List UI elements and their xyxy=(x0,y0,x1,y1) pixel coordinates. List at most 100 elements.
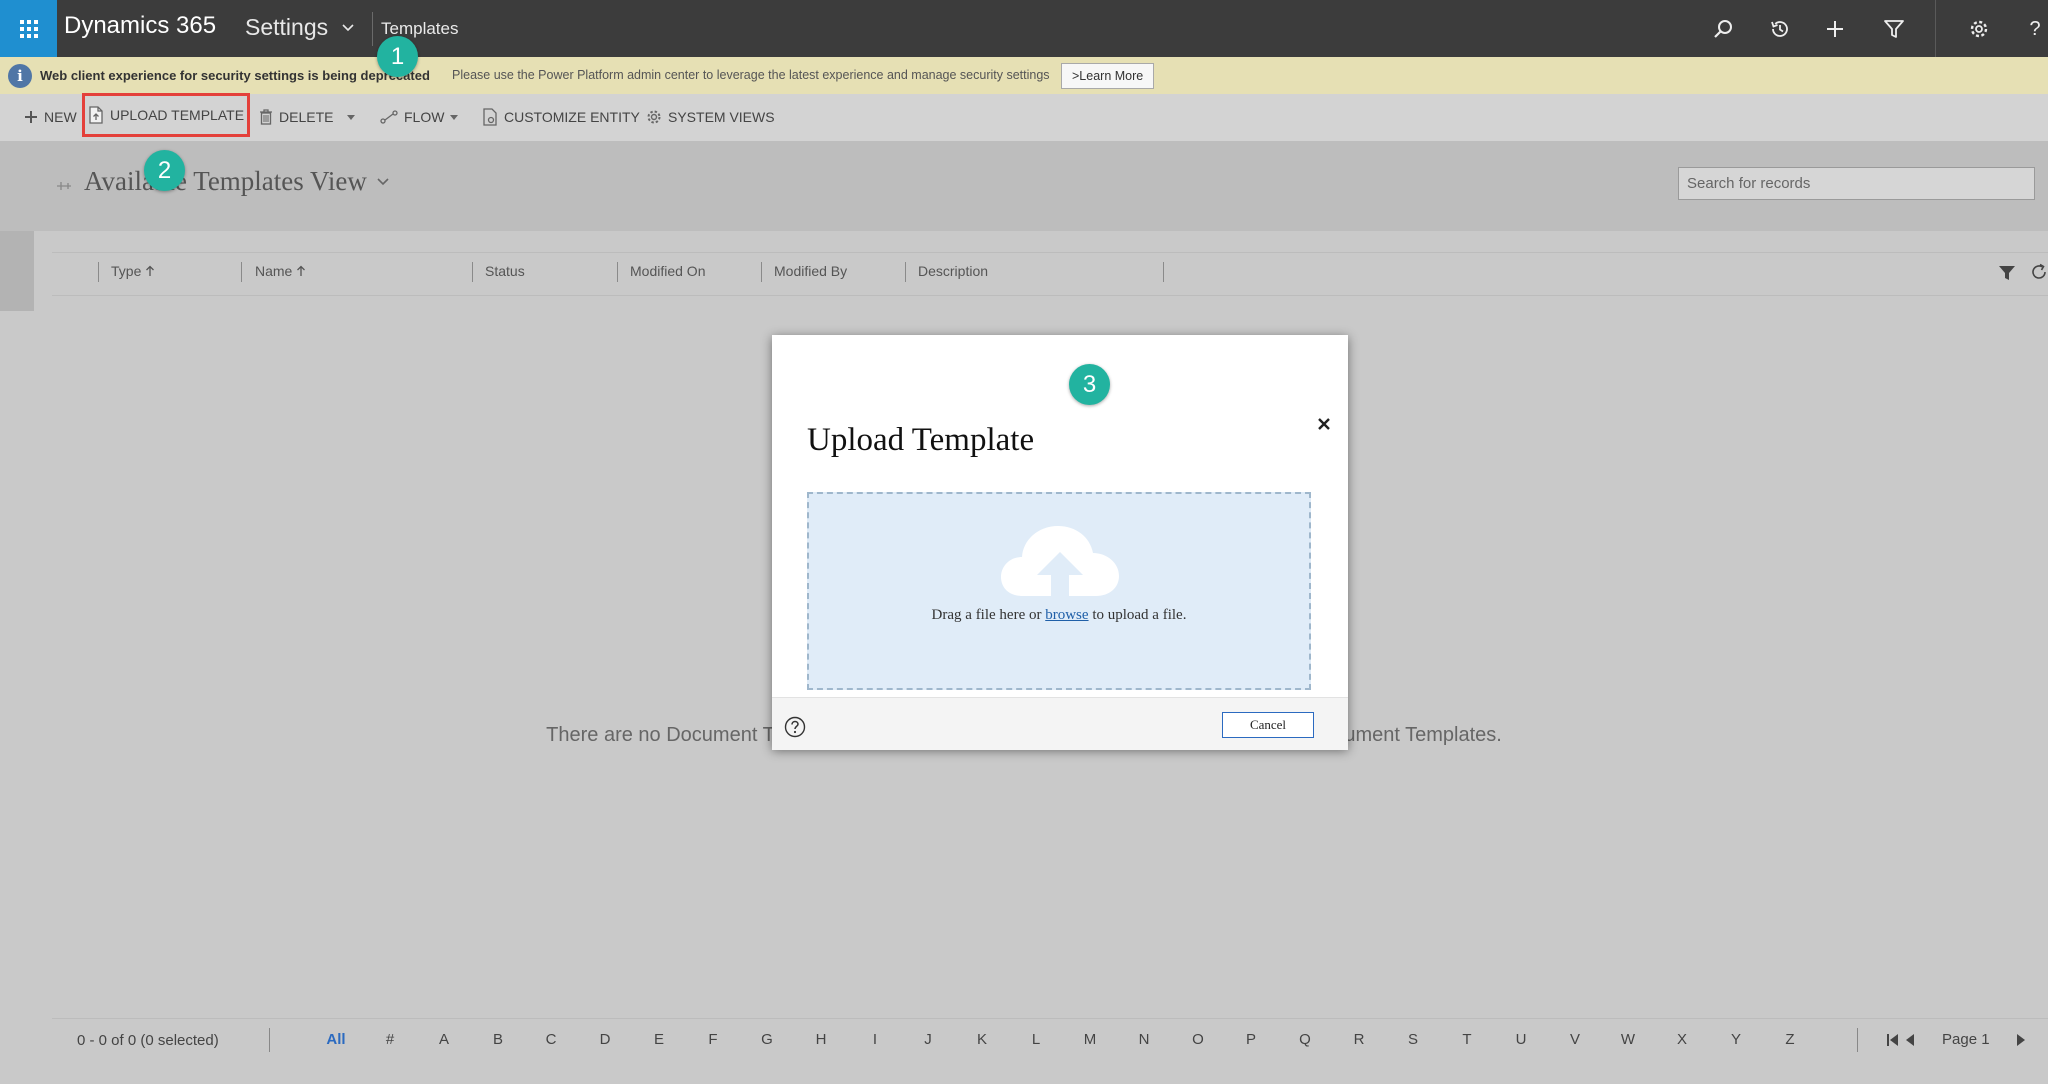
letter-filter[interactable]: B xyxy=(483,1031,513,1048)
cancel-button[interactable]: Cancel xyxy=(1222,712,1314,738)
browse-link[interactable]: browse xyxy=(1045,607,1088,623)
column-header-modified-by[interactable]: Modified By xyxy=(774,263,847,279)
letter-filter[interactable]: P xyxy=(1236,1031,1266,1048)
learn-more-button[interactable]: >Learn More xyxy=(1061,63,1155,89)
left-rail xyxy=(0,231,34,311)
filter-icon xyxy=(1884,20,1904,38)
filter-icon xyxy=(1999,266,2015,280)
customize-document-icon xyxy=(483,108,497,126)
letter-filter[interactable]: O xyxy=(1183,1031,1213,1048)
notice-message: Please use the Power Platform admin cent… xyxy=(452,68,1050,82)
letter-filter[interactable]: S xyxy=(1398,1031,1428,1048)
callout-marker-2: 2 xyxy=(144,150,185,191)
document-upload-icon xyxy=(89,106,103,124)
letter-filter[interactable]: E xyxy=(644,1031,674,1048)
settings-area-menu[interactable]: Settings xyxy=(245,14,354,41)
letter-filter[interactable]: # xyxy=(375,1031,405,1048)
settings-button[interactable] xyxy=(1963,13,1995,45)
history-icon xyxy=(1771,21,1788,37)
chevron-down-icon xyxy=(377,177,389,185)
first-page-icon xyxy=(1887,1034,1898,1046)
column-header-status[interactable]: Status xyxy=(485,263,525,279)
upload-template-label: UPLOAD TEMPLATE xyxy=(109,107,245,123)
upload-template-button[interactable]: UPLOAD TEMPLATE xyxy=(82,93,250,137)
flow-icon xyxy=(380,110,398,124)
delete-button-label: DELETE xyxy=(279,109,334,125)
letter-filter[interactable]: Y xyxy=(1721,1031,1751,1048)
letter-filter[interactable]: R xyxy=(1344,1031,1374,1048)
search-icon xyxy=(1714,20,1732,38)
column-divider xyxy=(98,262,99,282)
letter-filter[interactable]: X xyxy=(1667,1031,1697,1048)
letter-filter[interactable]: A xyxy=(429,1031,459,1048)
column-divider xyxy=(241,262,242,282)
letter-filter[interactable]: D xyxy=(590,1031,620,1048)
column-header-label: Modified By xyxy=(774,263,848,279)
customize-entity-button[interactable]: CUSTOMIZE ENTITY xyxy=(482,104,640,130)
letter-filter[interactable]: K xyxy=(967,1031,997,1048)
letter-filter[interactable]: J xyxy=(913,1031,943,1048)
column-header-label: Description xyxy=(918,263,989,279)
next-page-button[interactable] xyxy=(2016,1033,2026,1047)
flow-button[interactable]: FLOW xyxy=(380,104,459,130)
previous-page-button[interactable] xyxy=(1905,1033,1915,1047)
letter-filter[interactable]: L xyxy=(1021,1031,1051,1048)
view-selector[interactable]: Available Templates View xyxy=(84,166,389,197)
letter-filter[interactable]: Q xyxy=(1290,1031,1320,1048)
column-divider xyxy=(905,262,906,282)
drop-text-before: Drag a file here or xyxy=(931,607,1046,623)
column-header-name[interactable]: Name xyxy=(255,263,306,279)
letter-filter[interactable]: M xyxy=(1075,1031,1105,1048)
letter-filter[interactable]: C xyxy=(536,1031,566,1048)
help-circle-icon xyxy=(784,716,806,738)
sort-ascending-icon xyxy=(297,265,306,276)
letter-filter[interactable]: V xyxy=(1560,1031,1590,1048)
new-button[interactable]: NEW xyxy=(24,104,77,130)
close-dialog-button[interactable] xyxy=(1310,410,1338,438)
column-header-description[interactable]: Description xyxy=(918,263,988,279)
close-icon xyxy=(1318,418,1330,430)
column-header-label: Status xyxy=(485,263,525,279)
letter-filter[interactable]: N xyxy=(1129,1031,1159,1048)
letter-filter[interactable]: W xyxy=(1613,1031,1643,1048)
search-button[interactable] xyxy=(1707,13,1739,45)
settings-area-label: Settings xyxy=(245,14,329,40)
help-button[interactable]: ? xyxy=(2022,13,2048,45)
column-divider xyxy=(1163,262,1164,282)
pin-view-icon[interactable] xyxy=(56,181,72,191)
caret-down-icon xyxy=(450,114,459,120)
letter-filter[interactable]: Z xyxy=(1775,1031,1805,1048)
drop-text-after: to upload a file. xyxy=(1088,607,1187,623)
letter-filter[interactable]: T xyxy=(1452,1031,1482,1048)
gear-icon xyxy=(647,110,661,124)
system-views-button[interactable]: SYSTEM VIEWS xyxy=(646,104,775,130)
dialog-help-button[interactable] xyxy=(784,716,806,738)
app-title[interactable]: Dynamics 365 xyxy=(64,12,216,40)
record-count: 0 - 0 of 0 (0 selected) xyxy=(77,1032,219,1049)
view-title: Available Templates View xyxy=(84,166,367,196)
column-divider xyxy=(761,262,762,282)
column-header-modified-on[interactable]: Modified On xyxy=(630,263,705,279)
advanced-find-button[interactable] xyxy=(1878,13,1910,45)
column-header-label: Type xyxy=(111,263,142,279)
letter-filter[interactable]: F xyxy=(698,1031,728,1048)
first-page-button[interactable] xyxy=(1886,1033,1900,1047)
letter-filter[interactable]: G xyxy=(752,1031,782,1048)
file-drop-zone[interactable] xyxy=(807,492,1311,690)
letter-filter[interactable]: I xyxy=(860,1031,890,1048)
column-header-type[interactable]: Type xyxy=(111,263,155,279)
grid-refresh-button[interactable] xyxy=(2030,263,2048,281)
grid-filter-button[interactable] xyxy=(1998,264,2016,282)
create-button[interactable] xyxy=(1819,13,1851,45)
letter-filter[interactable]: H xyxy=(806,1031,836,1048)
customize-entity-label: CUSTOMIZE ENTITY xyxy=(504,109,640,125)
letter-filter[interactable]: U xyxy=(1506,1031,1536,1048)
letter-filter-all[interactable]: All xyxy=(321,1031,351,1048)
app-launcher-button[interactable] xyxy=(0,0,57,57)
delete-more-dropdown[interactable] xyxy=(347,104,355,130)
refresh-icon xyxy=(2032,263,2046,279)
search-records-input[interactable] xyxy=(1678,167,2035,200)
delete-button[interactable]: DELETE xyxy=(259,104,333,130)
recent-records-button[interactable] xyxy=(1764,13,1796,45)
chevron-down-icon xyxy=(342,23,354,31)
